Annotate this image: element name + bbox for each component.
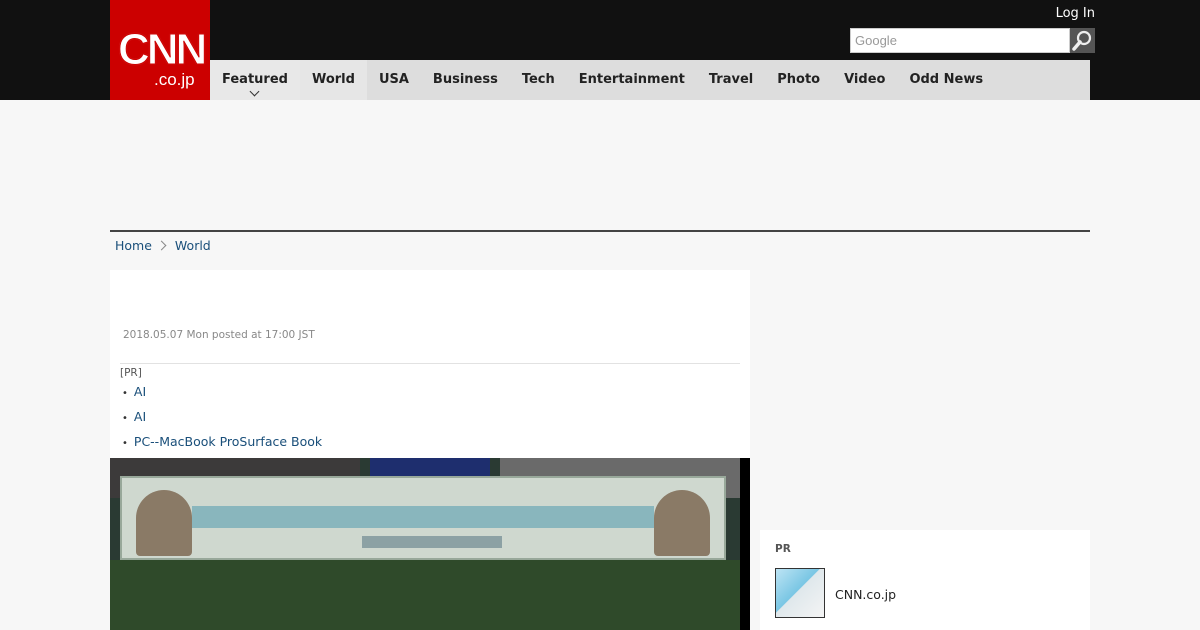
logo-main-text: CNN [117, 25, 207, 74]
chevron-down-icon [249, 86, 260, 97]
pr-label: [PR] [120, 367, 142, 379]
nav-item-photo[interactable]: Photo [765, 60, 832, 100]
top-bar: CNN .co.jp Log In Featured World USA Bus… [0, 0, 1200, 100]
nav-item-label: Business [432, 72, 498, 87]
search-input[interactable] [850, 28, 1070, 53]
pr-link-text: PC--MacBook ProSurface Book [133, 434, 323, 449]
pr-link[interactable]: • AI [120, 405, 740, 430]
sidebar-pr-label: PR [775, 543, 791, 555]
chevron-right-icon [156, 240, 167, 251]
nav-item-entertainment[interactable]: Entertainment [567, 60, 697, 100]
nav-item-label: Photo [777, 72, 821, 87]
nav-item-label: USA [378, 72, 409, 87]
nav-item-video[interactable]: Video [832, 60, 897, 100]
logo-sub-text: .co.jp [154, 70, 195, 89]
photo-figure [654, 490, 710, 556]
nav-item-world[interactable]: World [299, 60, 367, 100]
breadcrumb: Home World [115, 238, 211, 253]
photo-credit-strip [740, 458, 750, 630]
sidebar-pr-box: PR CNN.co.jp [760, 530, 1090, 630]
breadcrumb-home[interactable]: Home [115, 238, 152, 253]
search-button[interactable] [1070, 28, 1095, 53]
nav-item-label: Featured [222, 72, 288, 87]
nav-item-featured[interactable]: Featured [210, 60, 300, 100]
login-link[interactable]: Log In [1056, 6, 1095, 21]
nav-item-usa[interactable]: USA [367, 60, 421, 100]
pr-link[interactable]: • PC--MacBook ProSurface Book [120, 430, 740, 455]
photo-figure [136, 490, 192, 556]
posted-timestamp: 2018.05.07 Mon posted at 17:00 JST [123, 329, 315, 341]
article-card: 2018.05.07 Mon posted at 17:00 JST [PR] … [110, 270, 750, 630]
photo-trees [110, 560, 750, 630]
nav-item-odd-news[interactable]: Odd News [897, 60, 995, 100]
nav-item-label: Travel [708, 72, 754, 87]
pr-links-block: [PR] • AI • AI • PC--MacBook ProSurface Boo… [120, 363, 740, 462]
sidebar-pr-link[interactable]: CNN.co.jp [835, 587, 896, 602]
nav-item-business[interactable]: Business [421, 60, 510, 100]
pr-link-text: AI [133, 384, 147, 399]
nav-item-label: Entertainment [578, 72, 685, 87]
photo-banner [120, 476, 726, 560]
nav-item-label: Tech [521, 72, 555, 87]
section-divider [110, 230, 1090, 232]
photo-banner-stripe [362, 536, 502, 548]
pr-link-text: AI [133, 409, 147, 424]
search-icon [1072, 30, 1092, 51]
nav-item-label: World [311, 72, 355, 87]
pr-link[interactable]: • AI [120, 380, 740, 405]
nav-item-travel[interactable]: Travel [697, 60, 765, 100]
pr-thumbnail-image[interactable] [775, 568, 825, 618]
bullet-icon: • [122, 438, 128, 449]
photo-banner-stripe [192, 506, 654, 528]
bullet-icon: • [122, 388, 128, 399]
nav-item-tech[interactable]: Tech [510, 60, 567, 100]
main-nav: Featured World USA Business Tech Enterta… [210, 60, 1090, 100]
nav-item-label: Video [844, 72, 886, 87]
nav-item-label: Odd News [909, 72, 984, 87]
bullet-icon: • [122, 413, 128, 424]
cnn-logo[interactable]: CNN .co.jp [110, 0, 210, 100]
breadcrumb-world[interactable]: World [175, 238, 211, 253]
article-photo [110, 458, 750, 630]
